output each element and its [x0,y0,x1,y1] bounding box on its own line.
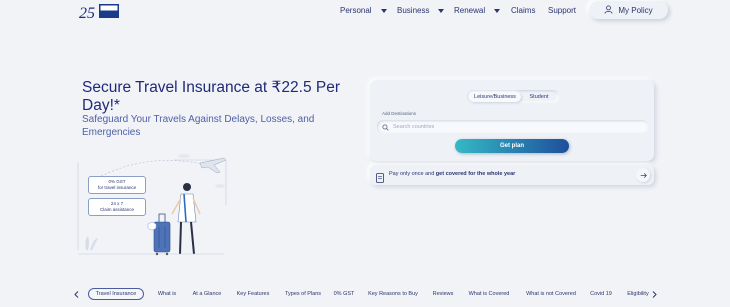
gst-badge-text: for travel insurance [97,185,137,190]
nav-personal-label: Personal [340,6,372,15]
chevron-down-icon [494,8,501,13]
annual-cover-text-normal: Pay only once and [389,171,436,177]
tab-what-is-not-covered[interactable]: What is not Covered [522,288,580,300]
claim-badge: 24 x 7 Claim assistance [88,198,146,216]
user-icon [604,4,613,16]
nav-claims[interactable]: Claims [511,6,535,15]
tab-key-reasons[interactable]: Key Reasons to Buy [365,288,421,300]
tab-key-features[interactable]: Key Features [234,288,272,300]
annual-cover-text-bold: get covered for the whole year [435,171,516,177]
search-icon [382,118,389,136]
chevron-down-icon [438,8,445,13]
chevron-right-icon[interactable] [648,288,660,300]
section-tabs: Travel Insurance What is At a Glance Key… [68,285,662,303]
annual-cover-banner[interactable]: Pay only once and get covered for the wh… [370,165,654,185]
claim-badge-text: Claim assistance [99,207,134,212]
nav-personal[interactable]: Personal [340,6,387,15]
tab-reviews[interactable]: Reviews [430,288,456,300]
annual-cover-text: Pay only once and get covered for the wh… [389,171,515,177]
toggle-leisure-business[interactable]: Leisure/Business [469,91,521,102]
travel-illustration: 0% GST for travel insurance 24 x 7 Claim… [74,150,234,262]
chevron-down-icon [380,8,387,13]
chevron-left-icon[interactable] [70,288,82,300]
brand-logo[interactable]: 25 [78,3,120,22]
document-icon [376,170,384,188]
tab-at-a-glance[interactable]: At a Glance [188,288,226,300]
nav-business[interactable]: Business [397,6,445,15]
nav-support[interactable]: Support [548,6,576,15]
nav-business-label: Business [397,6,430,15]
destination-search [377,120,648,133]
arrow-right-icon[interactable] [636,168,650,182]
plan-card: Leisure/Business Student Add Destination… [370,80,654,161]
hero-title: Secure Travel Insurance at ₹22.5 Per Day… [82,79,340,114]
trip-type-toggle: Leisure/Business Student [467,90,559,103]
search-countries-input[interactable] [393,123,633,130]
toggle-student[interactable]: Student [523,92,555,102]
tab-what-is[interactable]: What is [154,288,180,300]
hero-subtitle: Safeguard Your Travels Against Delays, L… [82,114,315,138]
nav-support-label: Support [548,6,577,15]
tab-covid-19[interactable]: Covid 19 [588,288,614,300]
tab-gst[interactable]: 0% GST [332,288,356,300]
my-policy-button[interactable]: My Policy [589,1,668,19]
tab-travel-insurance[interactable]: Travel Insurance [88,288,144,300]
destinations-label: Add Destinations [382,111,417,116]
gst-badge: 0% GST for travel insurance [88,176,146,194]
my-policy-label: My Policy [618,5,653,15]
get-plan-button[interactable]: Get plan [455,139,569,153]
tab-what-is-covered[interactable]: What is Covered [465,288,513,300]
nav-renewal[interactable]: Renewal [454,6,501,15]
nav-renewal-label: Renewal [454,6,486,15]
nav-claims-label: Claims [511,6,536,15]
site-header: 25 Personal Business Renewal Claims Supp… [0,0,730,24]
svg-text:25: 25 [79,5,95,22]
tab-types-of-plans[interactable]: Types of Plans [281,288,325,300]
